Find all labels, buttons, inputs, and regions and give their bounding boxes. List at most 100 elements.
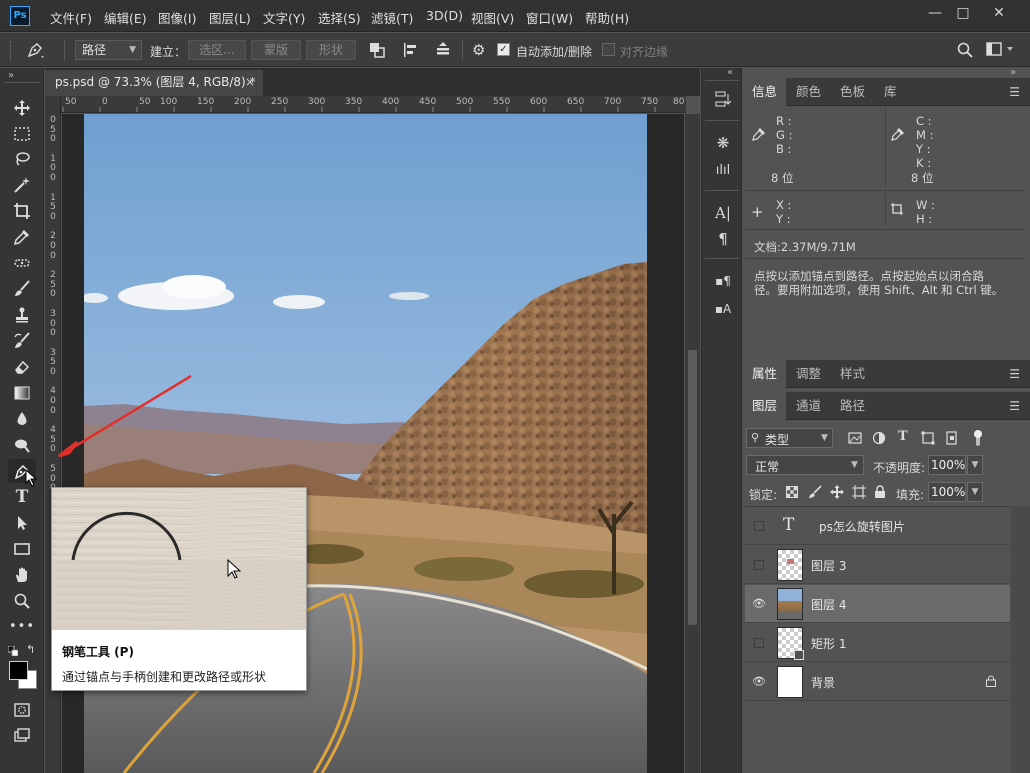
lock-all-icon[interactable] [874, 485, 886, 499]
path-alignment-icon[interactable] [402, 41, 420, 59]
tab-adjustments[interactable]: 调整 [787, 360, 830, 388]
pen-mode-select[interactable]: 路径 ▼ [75, 40, 142, 60]
path-selection-tool[interactable] [8, 511, 36, 535]
menu-window[interactable]: 窗口(W) [526, 8, 573, 27]
foreground-color-swatch[interactable] [9, 661, 28, 680]
opacity-dropdown-icon[interactable]: ▼ [967, 455, 983, 475]
history-panel-icon[interactable] [711, 90, 735, 112]
filter-toggle-icon[interactable] [971, 428, 985, 448]
brush-settings-icon[interactable]: ❋ [711, 132, 735, 154]
menu-edit[interactable]: 编辑(E) [104, 8, 147, 27]
make-selection-button[interactable]: 选区... [188, 40, 246, 60]
crop-tool[interactable] [8, 199, 36, 223]
swap-colors-icon[interactable]: ↰ [26, 643, 35, 656]
blend-mode-select[interactable]: 正常 ▼ [746, 455, 864, 475]
tab-properties[interactable]: 属性 [743, 360, 787, 388]
filter-pixel-icon[interactable] [848, 431, 862, 445]
magic-wand-tool[interactable] [8, 173, 36, 197]
gradient-tool[interactable] [8, 381, 36, 405]
brushes-panel-icon[interactable]: ılıl [711, 160, 735, 182]
fill-input[interactable]: 100% [928, 482, 966, 502]
lock-position-icon[interactable] [830, 485, 844, 499]
auto-add-delete-checkbox[interactable]: ✓ [497, 43, 510, 56]
paragraph-panel-icon[interactable]: ¶ [711, 228, 735, 250]
tab-layers[interactable]: 图层 [743, 392, 787, 420]
path-arrangement-icon[interactable] [434, 41, 452, 59]
filter-type-icon[interactable]: T [898, 429, 908, 444]
align-edges-checkbox[interactable]: ✓ [602, 43, 615, 56]
layer-filter-select[interactable]: ⚲ 类型 ▼ [746, 428, 833, 448]
layer-row-background[interactable]: 👁 背景 [745, 663, 1010, 701]
opacity-input[interactable]: 100% [928, 455, 966, 475]
horizontal-ruler[interactable]: 50 0 50 100 150 200 250 300 350 400 450 … [61, 96, 686, 113]
tab-info[interactable]: 信息 [743, 78, 787, 106]
restore-button[interactable]: □ [950, 4, 976, 22]
character-styles-icon[interactable]: ▪A [711, 298, 735, 320]
dodge-tool[interactable] [8, 433, 36, 457]
eye-icon[interactable]: 👁 [752, 598, 766, 610]
blur-tool[interactable] [8, 407, 36, 431]
lasso-tool[interactable] [8, 147, 36, 171]
eyedropper-tool[interactable] [8, 225, 36, 249]
tab-swatches[interactable]: 色板 [831, 78, 874, 106]
menu-help[interactable]: 帮助(H) [585, 8, 629, 27]
workspace-icon[interactable] [986, 42, 1016, 58]
panel-menu-icon[interactable]: ☰ [1009, 85, 1020, 99]
fill-dropdown-icon[interactable]: ▼ [967, 482, 983, 502]
tab-paths[interactable]: 路径 [831, 392, 874, 420]
marquee-tool[interactable] [8, 122, 36, 146]
lock-transparent-pixels-icon[interactable] [786, 486, 798, 498]
make-shape-button[interactable]: 形状 [306, 40, 356, 60]
filter-adjustment-icon[interactable] [872, 431, 886, 445]
filter-smart-object-icon[interactable] [945, 431, 959, 445]
layer-row-layer4[interactable]: 👁 图层 4 [745, 585, 1010, 623]
panel-menu-icon[interactable]: ☰ [1009, 367, 1020, 381]
tab-color[interactable]: 颜色 [787, 78, 830, 106]
hand-tool[interactable] [8, 563, 36, 587]
type-tool[interactable]: T [8, 485, 36, 509]
eraser-tool[interactable] [8, 355, 36, 379]
menu-filter[interactable]: 滤镜(T) [371, 8, 413, 27]
brush-tool[interactable] [8, 277, 36, 301]
menu-image[interactable]: 图像(I) [158, 8, 196, 27]
panel-menu-icon[interactable]: ☰ [1009, 399, 1020, 413]
pen-tool-preset-icon[interactable] [24, 39, 46, 61]
healing-brush-tool[interactable] [8, 251, 36, 275]
quick-mask-icon[interactable] [8, 698, 36, 722]
menu-type[interactable]: 文字(Y) [263, 8, 305, 27]
layer-row-text[interactable]: T ps怎么旋转图片 [745, 507, 1010, 545]
search-icon[interactable] [956, 41, 974, 59]
layer-visibility-toggle[interactable] [754, 560, 764, 570]
character-panel-icon[interactable]: A| [711, 202, 735, 224]
canvas-scrollbar-thumb[interactable] [688, 350, 697, 625]
menu-view[interactable]: 视图(V) [471, 8, 514, 27]
lock-image-pixels-icon[interactable] [808, 485, 822, 499]
eye-icon[interactable]: 👁 [752, 676, 766, 688]
close-button[interactable]: ✕ [986, 4, 1012, 22]
layer-visibility-toggle[interactable] [754, 638, 764, 648]
minimize-button[interactable]: — [922, 4, 948, 22]
expand-panels-icon[interactable]: « [727, 67, 733, 78]
history-brush-tool[interactable] [8, 329, 36, 353]
layers-scrollbar[interactable] [1011, 506, 1030, 773]
document-tab[interactable]: ps.psd @ 73.3% (图层 4, RGB/8) * × [45, 70, 263, 96]
clone-stamp-tool[interactable] [8, 303, 36, 327]
tab-libraries[interactable]: 库 [875, 78, 906, 106]
layer-row-rectangle[interactable]: 矩形 1 [745, 624, 1010, 662]
menu-select[interactable]: 选择(S) [318, 8, 361, 27]
lock-artboard-icon[interactable] [852, 485, 866, 499]
layer-visibility-toggle[interactable] [754, 521, 764, 531]
move-tool[interactable] [8, 96, 36, 120]
rectangle-tool[interactable] [8, 537, 36, 561]
filter-shape-icon[interactable] [921, 431, 935, 445]
make-mask-button[interactable]: 蒙版 [251, 40, 301, 60]
collapse-icon[interactable]: » [8, 70, 14, 81]
layer-row-layer3[interactable]: 图层 3 [745, 546, 1010, 584]
menu-layer[interactable]: 图层(L) [209, 8, 251, 27]
close-tab-icon[interactable]: × [245, 70, 255, 94]
screen-mode-icon[interactable] [8, 724, 36, 748]
paragraph-styles-icon[interactable]: ▪¶ [711, 270, 735, 292]
collapse-right-panels-icon[interactable]: » [1010, 67, 1016, 78]
more-tools-icon[interactable]: ••• [8, 615, 36, 639]
menu-file[interactable]: 文件(F) [50, 8, 92, 27]
